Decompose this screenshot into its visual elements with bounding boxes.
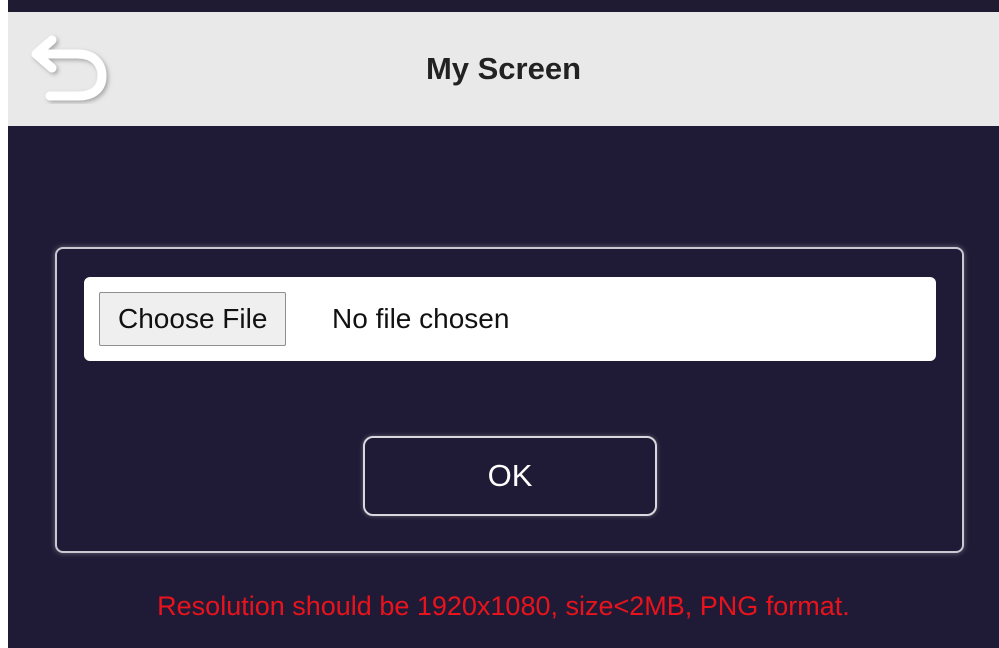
upload-panel: Choose File No file chosen OK bbox=[55, 247, 964, 553]
page-title: My Screen bbox=[425, 51, 582, 86]
back-arrow-icon bbox=[31, 35, 107, 101]
screen: My Screen Choose File No file chosen OK … bbox=[8, 0, 999, 648]
main-content: Choose File No file chosen OK Resolution… bbox=[8, 126, 999, 648]
upload-requirements-hint: Resolution should be 1920x1080, size<2MB… bbox=[157, 591, 850, 621]
back-button[interactable] bbox=[22, 32, 114, 104]
file-input[interactable]: Choose File No file chosen bbox=[84, 277, 936, 361]
file-status-text: No file chosen bbox=[332, 303, 510, 334]
ok-button[interactable]: OK bbox=[363, 436, 657, 516]
status-strip bbox=[8, 0, 999, 12]
header-bar: My Screen bbox=[8, 12, 999, 126]
choose-file-button[interactable]: Choose File bbox=[99, 292, 287, 346]
